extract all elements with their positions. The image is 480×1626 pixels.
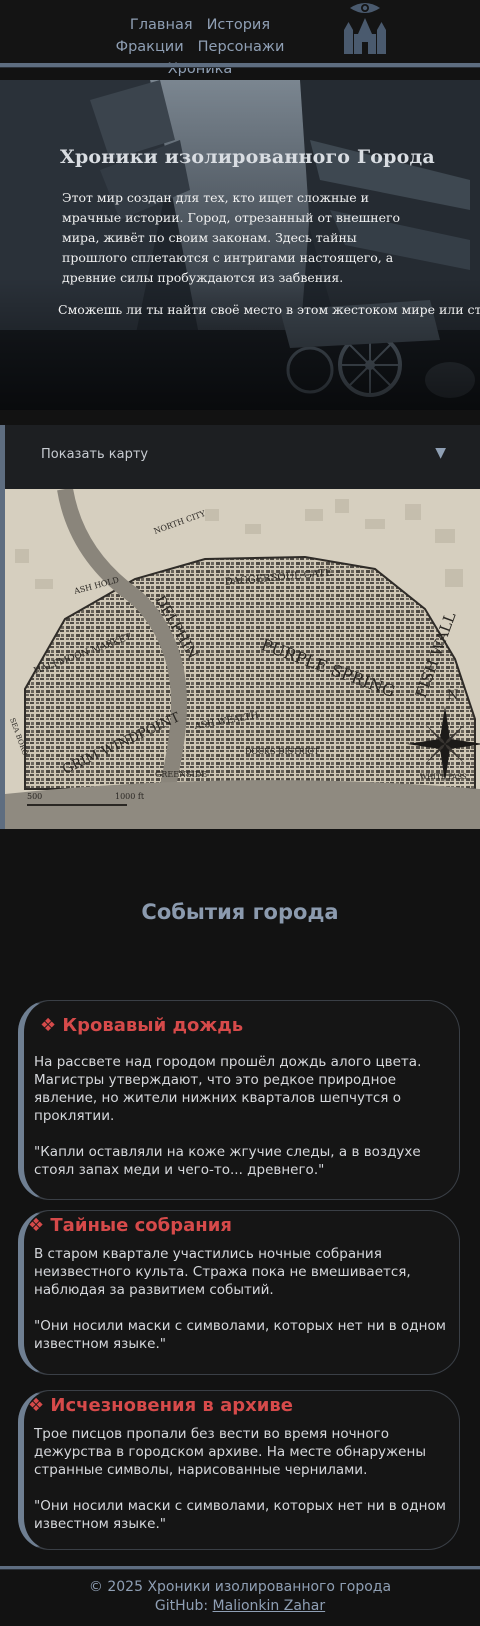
show-map-label: Показать карту (41, 447, 149, 462)
hero-description: Этот мир создан для тех, кто ищет сложны… (62, 190, 401, 285)
nav-link-history[interactable]: История (207, 14, 271, 36)
nav-link-characters[interactable]: Персонажи (198, 36, 285, 58)
show-map-toggle[interactable]: Показать карту ▼ (0, 425, 480, 489)
nav-link-chronicle[interactable]: Хроника (168, 58, 233, 80)
events-section-title: События города (141, 900, 339, 924)
hero-question: Сможешь ли ты найти своё место в этом же… (58, 302, 480, 317)
event-title: ❖ Тайные собрания (28, 1215, 232, 1236)
hero-title: Хроники изолированного Города (60, 146, 435, 168)
footer-github: GitHub: Malionkin Zahar (0, 1597, 480, 1616)
nav-link-factions[interactable]: Фракции (116, 36, 184, 58)
city-map-illustration: NORTH CITY ASH HOLD DAGGERSOUL GATE DELP… (5, 489, 480, 829)
event-description: В старом квартале участились ночные собр… (34, 1246, 411, 1298)
footer-github-label: GitHub: (154, 1598, 209, 1614)
map-label-docks-district: DOCKS DISTRICT (245, 747, 320, 756)
nav-link-home[interactable]: Главная (130, 14, 193, 36)
event-quote: "Капли оставляли на коже жгучие следы, а… (34, 1144, 421, 1178)
event-card-archive-disappearances: ❖ Исчезновения в архиве Трое писцов проп… (18, 1390, 460, 1550)
map-label-north: N (447, 688, 458, 703)
site-header: Главная История Фракции Персонажи Хроник… (0, 0, 480, 77)
footer-copyright: © 2025 Хроники изолированного города (88, 1579, 392, 1595)
event-description: На рассвете над городом прошёл дождь ало… (34, 1054, 422, 1124)
event-title: ❖ Кровавый дождь (40, 1015, 244, 1036)
map-label-greenside: GREENSIDE (155, 770, 207, 779)
event-quote: "Они носили маски с символами, которых н… (34, 1318, 446, 1352)
map-label-white-pass: WHITE PASS (420, 773, 467, 781)
footer-github-link[interactable]: Malionkin Zahar (213, 1598, 326, 1614)
main-nav: Главная История Фракции Персонажи Хроник… (90, 14, 310, 80)
event-card-secret-meetings: ❖ Тайные собрания В старом квартале учас… (18, 1210, 460, 1375)
header-divider-shadow (0, 67, 480, 68)
castle-eye-logo-icon[interactable] (340, 0, 390, 58)
event-title: ❖ Исчезновения в архиве (28, 1395, 293, 1416)
event-quote: "Они носили маски с символами, которых н… (34, 1498, 446, 1532)
event-description: Трое писцов пропали без вести во время н… (34, 1426, 426, 1478)
event-card-blood-rain: ❖ Кровавый дождь На рассвете над городом… (18, 1000, 460, 1200)
map-scale-1000: 1000 ft (115, 792, 145, 801)
hero-banner: Хроники изолированного Города Этот мир с… (0, 80, 480, 410)
footer-divider-shadow (0, 1569, 480, 1570)
map-scale-500: 500 (27, 792, 42, 801)
city-map[interactable]: NORTH CITY ASH HOLD DAGGERSOUL GATE DELP… (0, 489, 480, 829)
site-footer: © 2025 Хроники изолированного города Git… (0, 1578, 480, 1616)
chevron-down-icon: ▼ (435, 445, 446, 461)
